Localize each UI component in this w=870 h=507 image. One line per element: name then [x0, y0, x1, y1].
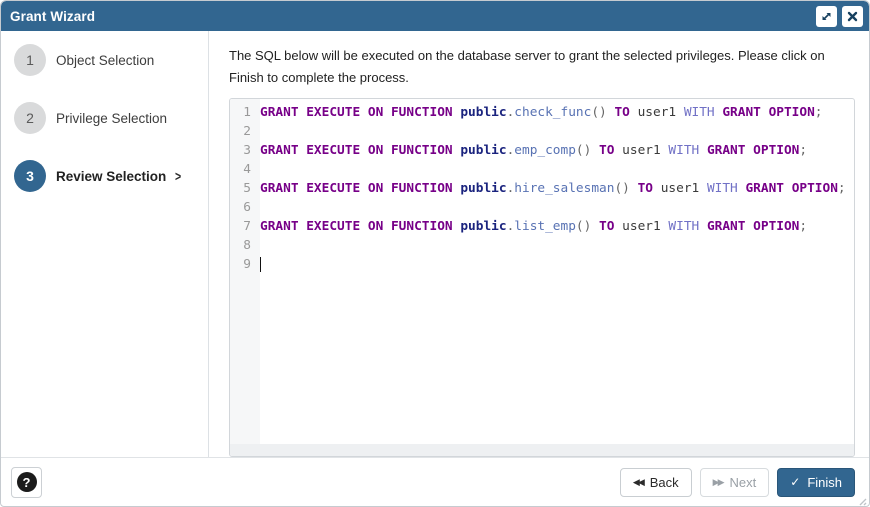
step-number-badge: 2	[14, 102, 46, 134]
step-number-badge: 1	[14, 44, 46, 76]
double-left-arrow-icon: ◀◀	[633, 477, 643, 488]
finish-button[interactable]: ✓ Finish	[777, 468, 855, 497]
close-icon	[847, 11, 858, 22]
step-item-object-selection[interactable]: 1 Object Selection	[14, 44, 208, 76]
line-number: 3	[230, 141, 260, 160]
expand-arrows-icon	[821, 11, 832, 22]
code-content: GRANT EXECUTE ON FUNCTION public.check_f…	[260, 103, 823, 122]
wizard-steps: 1 Object Selection 2 Privilege Selection…	[1, 31, 209, 457]
code-content: GRANT EXECUTE ON FUNCTION public.emp_com…	[260, 141, 807, 160]
line-number: 8	[230, 236, 260, 255]
help-icon: ?	[17, 472, 37, 492]
sql-editor[interactable]: 1GRANT EXECUTE ON FUNCTION public.check_…	[229, 98, 855, 457]
close-button[interactable]	[842, 6, 863, 27]
check-icon: ✓	[790, 475, 800, 489]
code-lines: 1GRANT EXECUTE ON FUNCTION public.check_…	[230, 99, 854, 274]
code-line: 5GRANT EXECUTE ON FUNCTION public.hire_s…	[230, 179, 854, 198]
next-button-label: Next	[730, 475, 757, 490]
line-number: 9	[230, 255, 260, 274]
sql-description-text: The SQL below will be executed on the da…	[229, 45, 855, 89]
step-item-review-selection[interactable]: 3 Review Selection >	[14, 160, 208, 192]
text-cursor	[260, 257, 261, 272]
maximize-button[interactable]	[816, 6, 837, 27]
line-number: 6	[230, 198, 260, 217]
code-line: 8	[230, 236, 854, 255]
code-content: GRANT EXECUTE ON FUNCTION public.list_em…	[260, 217, 807, 236]
line-number: 5	[230, 179, 260, 198]
step-number-badge: 3	[14, 160, 46, 192]
title-bar: Grant Wizard	[1, 1, 869, 31]
back-button-label: Back	[650, 475, 679, 490]
step-label: Object Selection	[56, 53, 154, 68]
step-label: Privilege Selection	[56, 111, 167, 126]
line-number: 4	[230, 160, 260, 179]
code-content: GRANT EXECUTE ON FUNCTION public.hire_sa…	[260, 179, 846, 198]
footer-bar: ? ◀◀ Back ▶▶ Next ✓ Finish	[1, 457, 869, 506]
grant-wizard-dialog: Grant Wizard	[0, 0, 870, 507]
wizard-body: 1 Object Selection 2 Privilege Selection…	[1, 31, 869, 457]
code-content	[260, 255, 261, 274]
code-line: 7GRANT EXECUTE ON FUNCTION public.list_e…	[230, 217, 854, 236]
double-right-arrow-icon: ▶▶	[713, 477, 723, 488]
chevron-right-icon: >	[175, 168, 181, 184]
window-title: Grant Wizard	[10, 9, 811, 24]
code-line: 2	[230, 122, 854, 141]
code-line: 3GRANT EXECUTE ON FUNCTION public.emp_co…	[230, 141, 854, 160]
line-number: 1	[230, 103, 260, 122]
code-line: 1GRANT EXECUTE ON FUNCTION public.check_…	[230, 103, 854, 122]
step-label: Review Selection	[56, 169, 166, 184]
resize-grip[interactable]	[856, 493, 867, 504]
finish-button-label: Finish	[807, 475, 842, 490]
line-number: 7	[230, 217, 260, 236]
back-button[interactable]: ◀◀ Back	[620, 468, 692, 497]
review-sql-panel: The SQL below will be executed on the da…	[209, 31, 870, 457]
code-line: 4	[230, 160, 854, 179]
code-line: 9	[230, 255, 854, 274]
step-item-privilege-selection[interactable]: 2 Privilege Selection	[14, 102, 208, 134]
next-button[interactable]: ▶▶ Next	[700, 468, 770, 497]
line-number: 2	[230, 122, 260, 141]
help-button[interactable]: ?	[11, 467, 42, 498]
code-line: 6	[230, 198, 854, 217]
